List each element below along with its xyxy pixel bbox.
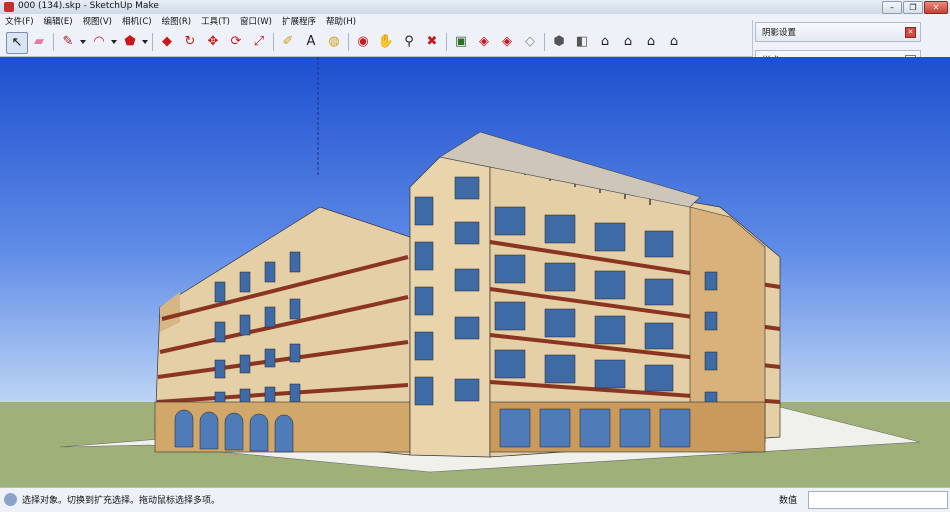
left-view-icon[interactable]: ⌂ — [664, 32, 684, 52]
rotate-icon[interactable]: ⟳ — [226, 32, 246, 52]
dropdown-arrow-icon[interactable] — [111, 40, 117, 44]
measurements-input[interactable] — [808, 491, 948, 509]
arc-icon[interactable]: ◠ — [89, 32, 109, 52]
tape-measure-icon[interactable]: ✐ — [278, 32, 298, 52]
toolbar-separator — [446, 33, 447, 51]
orbit-icon[interactable]: ◉ — [353, 32, 373, 52]
component-share-icon[interactable]: ◈ — [497, 32, 517, 52]
menu-file[interactable]: 文件(F) — [0, 15, 39, 27]
extension-warehouse-icon[interactable]: ◇ — [520, 32, 540, 52]
follow-me-icon[interactable]: ↻ — [180, 32, 200, 52]
sketchup-app-icon — [4, 2, 14, 12]
menu-camera[interactable]: 相机(C) — [117, 15, 157, 27]
menu-view[interactable]: 视图(V) — [78, 15, 117, 27]
dropdown-arrow-icon[interactable] — [80, 40, 86, 44]
menu-extensions[interactable]: 扩展程序 — [277, 15, 321, 27]
toolbar-separator — [53, 33, 54, 51]
window-title: 000 (134).skp - SketchUp Make — [18, 1, 159, 11]
toolbar-separator — [152, 33, 153, 51]
top-view-icon[interactable]: ◧ — [572, 32, 592, 52]
move-icon[interactable]: ✥ — [203, 32, 223, 52]
menu-tools[interactable]: 工具(T) — [196, 15, 235, 27]
iso-view-icon[interactable]: ⬢ — [549, 32, 569, 52]
right-ground-glazing — [499, 408, 691, 448]
shadow-settings-title: 阴影设置 — [762, 28, 797, 38]
panel-close-icon[interactable]: ✕ — [905, 27, 916, 38]
status-hint: 选择对象。切换到扩充选择。拖动鼠标选择多项。 — [22, 496, 221, 506]
toolbar-separator — [348, 33, 349, 51]
share-model-icon[interactable]: ◈ — [474, 32, 494, 52]
select-icon[interactable]: ↖ — [6, 32, 28, 54]
shadow-settings-panel[interactable]: 阴影设置 ✕ — [755, 22, 921, 42]
pencil-icon[interactable]: ✎ — [58, 32, 78, 52]
measurements-label: 数值 — [779, 496, 798, 506]
title-bar: 000 (134).skp - SketchUp Make – ❐ ✕ — [0, 0, 950, 15]
paint-bucket-icon[interactable]: ◍ — [324, 32, 344, 52]
menu-help[interactable]: 帮助(H) — [321, 15, 361, 27]
zoom-icon[interactable]: ⚲ — [399, 32, 419, 52]
maximize-button[interactable]: ❐ — [903, 1, 923, 14]
front-view-icon[interactable]: ⌂ — [595, 32, 615, 52]
toolbar-separator — [273, 33, 274, 51]
geo-location-icon[interactable] — [4, 493, 17, 506]
scale-icon[interactable]: ⤢ — [249, 32, 269, 52]
building-model — [59, 57, 921, 473]
modeling-viewport[interactable] — [0, 57, 950, 487]
close-button[interactable]: ✕ — [924, 1, 948, 14]
eraser-icon[interactable]: ▰ — [29, 32, 49, 52]
push-pull-icon[interactable]: ◆ — [157, 32, 177, 52]
right-view-icon[interactable]: ⌂ — [618, 32, 638, 52]
warehouse-icon[interactable]: ▣ — [451, 32, 471, 52]
back-view-icon[interactable]: ⌂ — [641, 32, 661, 52]
status-bar: 选择对象。切换到扩充选择。拖动鼠标选择多项。 数值 — [0, 487, 950, 512]
pan-icon[interactable]: ✋ — [376, 32, 396, 52]
shape-icon[interactable]: ⬟ — [120, 32, 140, 52]
minimize-button[interactable]: – — [882, 1, 902, 14]
text-icon[interactable]: A — [301, 32, 321, 52]
zoom-extents-icon[interactable]: ✖ — [422, 32, 442, 52]
menu-draw[interactable]: 绘图(R) — [157, 15, 197, 27]
toolbar-separator — [544, 33, 545, 51]
dropdown-arrow-icon[interactable] — [142, 40, 148, 44]
main-toolbar: ↖ ▰ ✎ ◠ ⬟ ◆ ↻ ✥ ⟳ ⤢ ✐ A ◍ ◉ ✋ ⚲ ✖ ▣ ◈ ◈ ◇ ⬢ ◧ ⌂ ⌂ ⌂ ⌂ — [0, 28, 752, 57]
menu-edit[interactable]: 编辑(E) — [39, 15, 78, 27]
menu-window[interactable]: 窗口(W) — [235, 15, 277, 27]
